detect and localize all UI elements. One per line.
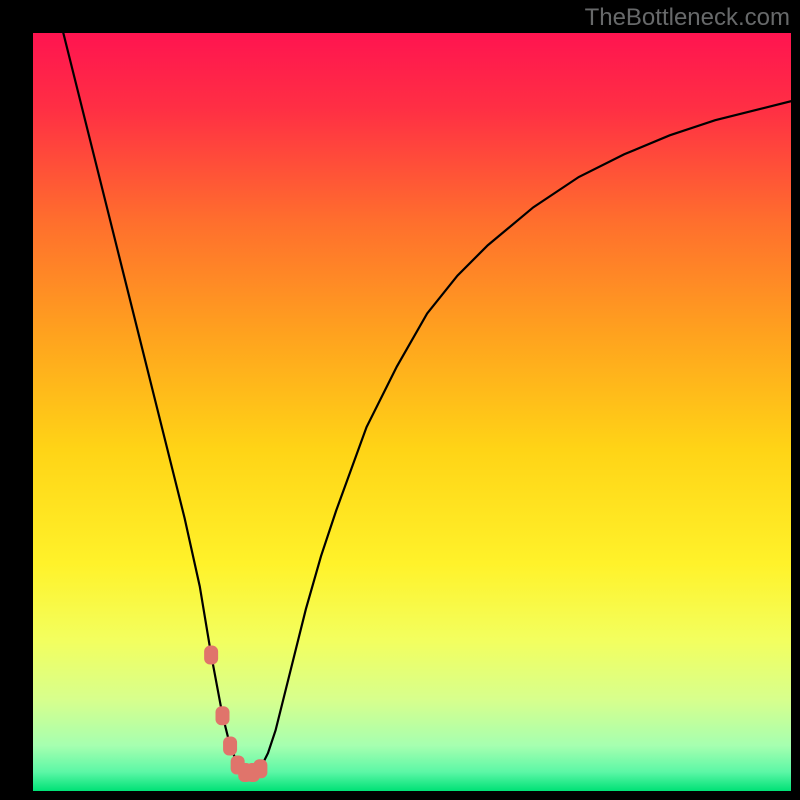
chart-svg xyxy=(33,33,791,791)
highlight-marker xyxy=(204,646,218,665)
highlight-marker xyxy=(216,706,230,725)
chart-frame: TheBottleneck.com xyxy=(0,0,800,800)
chart-background-gradient xyxy=(33,33,791,791)
chart-plot-area xyxy=(33,33,791,791)
watermark-text: TheBottleneck.com xyxy=(585,4,790,32)
highlight-marker xyxy=(223,737,237,756)
highlight-marker xyxy=(253,759,267,778)
